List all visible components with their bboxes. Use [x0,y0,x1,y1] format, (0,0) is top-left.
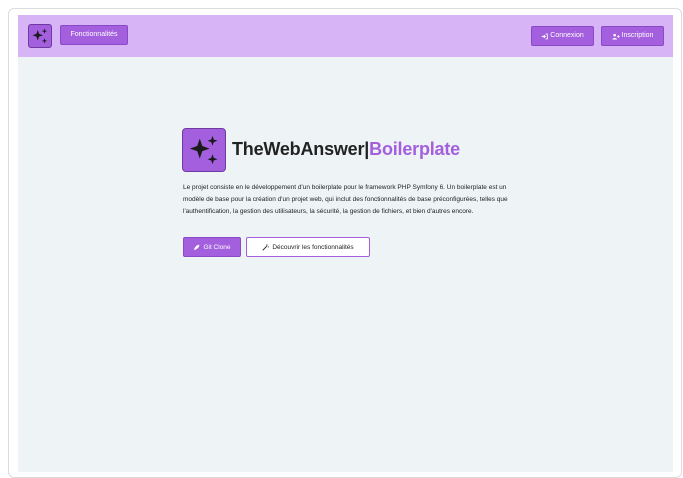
git-clone-button[interactable]: Git Clone [183,237,241,257]
hero-logo [182,128,226,172]
git-clone-label: Git Clone [203,243,231,251]
sign-in-icon [541,33,548,40]
hero-title-accent: Boilerplate [369,139,460,159]
user-plus-icon [611,33,620,40]
features-nav-button[interactable]: Fonctionnalités [60,25,128,45]
hero-title: TheWebAnswer|Boilerplate [232,139,460,160]
hero-title-main: TheWebAnswer [232,139,365,159]
rocket-icon [193,244,200,251]
navbar: Fonctionnalités Connexion Inscription [18,15,673,57]
signup-button[interactable]: Inscription [601,26,664,46]
sparkles-icon [187,133,221,167]
hero-description: Le projet consiste en le développement d… [183,184,508,215]
sparkles-icon [31,27,49,45]
navbar-logo[interactable] [28,24,52,48]
discover-features-label: Découvrir les fonctionnalités [272,243,354,251]
login-label: Connexion [550,32,584,39]
magic-wand-icon [262,243,270,251]
page-viewport: Fonctionnalités Connexion Inscription Th… [18,15,673,472]
features-nav-label: Fonctionnalités [70,31,118,38]
signup-label: Inscription [621,32,654,39]
login-button[interactable]: Connexion [531,26,594,46]
discover-features-button[interactable]: Découvrir les fonctionnalités [246,237,370,257]
